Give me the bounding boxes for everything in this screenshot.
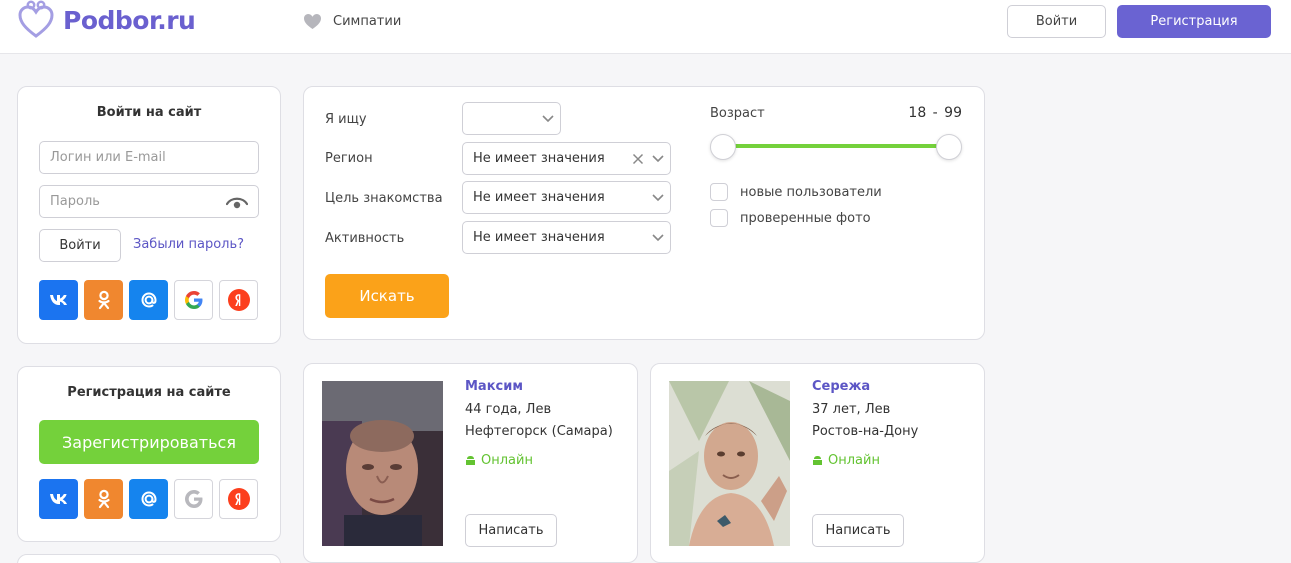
logo[interactable]: Podbor.ru <box>17 0 196 40</box>
region-select[interactable]: Не имеет значения <box>462 142 671 175</box>
new-users-label: новые пользователи <box>740 184 882 200</box>
activity-value: Не имеет значения <box>473 230 605 245</box>
vk-icon <box>49 295 67 305</box>
profile-age-sign: 37 лет, Лев <box>812 402 891 417</box>
login-submit-button[interactable]: Войти <box>39 229 121 262</box>
online-status: Онлайн <box>465 453 533 468</box>
verified-photo-checkbox[interactable] <box>710 209 728 227</box>
goal-value: Не имеет значения <box>473 190 605 205</box>
profile-age-sign: 44 года, Лев <box>465 402 552 417</box>
profile-card: Сережа 37 лет, Лев Ростов-на-Дону Онлайн… <box>650 363 985 563</box>
header-register-button[interactable]: Регистрация <box>1117 5 1271 38</box>
odnoklassniki-icon <box>97 290 110 310</box>
likes-link[interactable]: Симпатии <box>303 11 401 31</box>
likes-label: Симпатии <box>333 13 402 29</box>
write-message-button[interactable]: Написать <box>465 514 557 547</box>
age-range-value: 18 - 99 <box>908 105 962 121</box>
online-status-label: Онлайн <box>481 453 533 468</box>
activity-select[interactable]: Не имеет значения <box>462 221 671 254</box>
heart-logo-icon <box>18 0 54 38</box>
register-card-title: Регистрация на сайте <box>67 385 231 400</box>
mail-ru-icon <box>140 491 157 507</box>
profile-name[interactable]: Сережа <box>812 379 870 394</box>
eye-icon[interactable] <box>226 195 248 209</box>
logo-text: Podbor.ru <box>63 5 196 35</box>
site-header: Podbor.ru Симпатии Войти Регистрация <box>0 0 1291 54</box>
chevron-down-icon <box>652 234 664 242</box>
goal-select[interactable]: Не имеет значения <box>462 181 671 214</box>
google-login-button[interactable] <box>174 280 213 320</box>
activity-label: Активность <box>325 231 405 246</box>
login-card-title: Войти на сайт <box>96 105 202 120</box>
yandex-login-button[interactable] <box>219 280 258 320</box>
vk-register-button[interactable] <box>39 479 78 519</box>
login-input[interactable] <box>39 141 259 174</box>
yandex-register-button[interactable] <box>219 479 258 519</box>
verified-photo-label: проверенные фото <box>740 210 871 226</box>
profile-card: Максим 44 года, Лев Нефтегорск (Самара) … <box>303 363 638 563</box>
ok-register-button[interactable] <box>84 479 123 519</box>
profile-photo[interactable] <box>669 381 790 546</box>
looking-for-label: Я ищу <box>325 112 367 127</box>
age-slider-track[interactable] <box>724 144 950 148</box>
profile-name[interactable]: Максим <box>465 379 523 394</box>
search-form: Я ищу Регион Не имеет значения Цель знак… <box>303 86 985 340</box>
login-card: Войти на сайт Войти Забыли пароль? <box>17 86 281 344</box>
region-label: Регион <box>325 151 373 166</box>
mailru-register-button[interactable] <box>129 479 168 519</box>
sidebar-card-partial <box>17 554 281 563</box>
ok-login-button[interactable] <box>84 280 123 320</box>
goal-label: Цель знакомства <box>325 191 443 206</box>
mailru-login-button[interactable] <box>129 280 168 320</box>
profile-photo-image <box>669 381 790 546</box>
new-users-option[interactable]: новые пользователи <box>710 183 882 201</box>
online-status-label: Онлайн <box>828 453 880 468</box>
google-icon <box>184 291 202 309</box>
write-message-button[interactable]: Написать <box>812 514 904 547</box>
google-register-button[interactable] <box>174 479 213 519</box>
chevron-down-icon <box>652 155 664 163</box>
vk-login-button[interactable] <box>39 280 78 320</box>
register-social-row <box>39 479 258 519</box>
google-icon <box>184 490 202 508</box>
age-min-handle[interactable] <box>710 134 736 160</box>
mail-ru-icon <box>140 292 157 308</box>
chevron-down-icon <box>652 194 664 202</box>
profile-photo[interactable] <box>322 381 443 546</box>
clear-icon[interactable] <box>632 153 644 165</box>
register-button[interactable]: Зарегистрироваться <box>39 420 259 464</box>
android-icon <box>813 455 822 465</box>
yandex-icon <box>227 488 250 510</box>
login-social-row <box>39 280 258 320</box>
region-value: Не имеет значения <box>473 151 605 166</box>
yandex-icon <box>227 289 250 311</box>
profile-photo-image <box>322 381 443 546</box>
vk-icon <box>49 494 67 504</box>
profile-city: Нефтегорск (Самара) <box>465 424 613 439</box>
heart-icon <box>304 13 321 29</box>
age-label: Возраст <box>710 106 765 121</box>
verified-photo-option[interactable]: проверенные фото <box>710 209 871 227</box>
looking-for-select[interactable] <box>462 102 561 135</box>
android-icon <box>466 455 475 465</box>
new-users-checkbox[interactable] <box>710 183 728 201</box>
register-card: Регистрация на сайте Зарегистрироваться <box>17 366 281 542</box>
search-button[interactable]: Искать <box>325 274 449 318</box>
odnoklassniki-icon <box>97 489 110 509</box>
chevron-down-icon <box>542 115 554 123</box>
forgot-password-link[interactable]: Забыли пароль? <box>133 237 244 252</box>
age-max-handle[interactable] <box>936 134 962 160</box>
online-status: Онлайн <box>812 453 880 468</box>
profile-city: Ростов-на-Дону <box>812 424 919 439</box>
header-login-button[interactable]: Войти <box>1007 5 1106 38</box>
